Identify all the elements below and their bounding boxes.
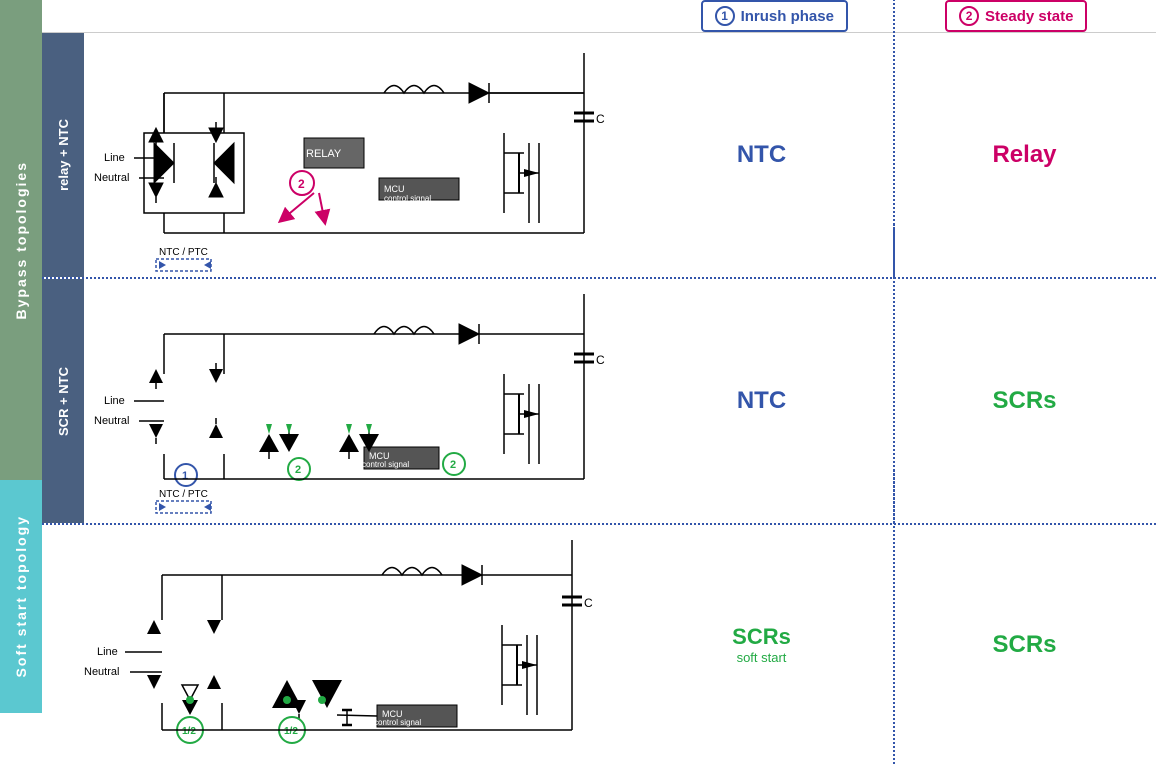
steady-num: 2 [959, 6, 979, 26]
svg-text:Neutral: Neutral [94, 172, 129, 184]
soft-start-steady-label: SCRs [893, 525, 1156, 764]
svg-text:MCU: MCU [384, 184, 405, 194]
svg-text:Line: Line [104, 395, 125, 407]
inrush-phase-badge: 1 Inrush phase [701, 0, 848, 32]
bypass-topologies-label: Bypass topologies [0, 0, 42, 480]
steady-state-badge: 2 Steady state [945, 0, 1087, 32]
relay-ntc-steady-label: Relay [893, 33, 1156, 277]
v-divider-line-3 [893, 470, 895, 764]
relay-ntc-inrush-label: NTC [630, 33, 893, 277]
header-left-space [42, 0, 632, 32]
svg-text:control signal: control signal [362, 460, 409, 469]
svg-text:2: 2 [450, 459, 456, 471]
svg-text:RELAY: RELAY [306, 148, 342, 160]
svg-text:Neutral: Neutral [84, 666, 119, 678]
svg-text:2: 2 [295, 464, 301, 476]
svg-text:control signal: control signal [374, 718, 421, 727]
page: Bypass topologies Soft start topology 1 … [0, 0, 1156, 713]
svg-text:C: C [584, 596, 593, 610]
row-scr-ntc: SCR + NTC [42, 279, 1156, 525]
relay-ntc-circuit: Line Neutral NTC / PTC [84, 33, 630, 277]
top-header: 1 Inrush phase 2 Steady state [42, 0, 1156, 33]
soft-start-topology-label: Soft start topology [0, 480, 42, 713]
scr-ntc-steady-label: SCRs [893, 279, 1156, 523]
circuit-svg-scr-ntc: C Line Neutral [84, 279, 630, 518]
svg-text:control signal: control signal [384, 194, 431, 203]
relay-ntc-sublabel: relay + NTC [42, 33, 84, 277]
svg-text:C: C [596, 112, 605, 126]
svg-text:Line: Line [104, 152, 125, 164]
svg-text:C: C [596, 353, 605, 367]
scr-ntc-inrush-label: NTC [630, 279, 893, 523]
svg-text:1: 1 [182, 470, 188, 482]
svg-text:Line: Line [97, 646, 118, 658]
steady-label: Steady state [985, 8, 1073, 25]
soft-start-inrush-label: SCRs soft start [630, 525, 893, 764]
inrush-num: 1 [715, 6, 735, 26]
svg-text:1/2: 1/2 [182, 726, 196, 737]
circuit-svg-relay-ntc: Line Neutral NTC / PTC [84, 33, 630, 272]
svg-text:Neutral: Neutral [94, 415, 129, 427]
soft-start-right-labels: SCRs soft start SCRs [630, 525, 1156, 764]
svg-text:NTC / PTC: NTC / PTC [159, 247, 208, 258]
inrush-label: Inrush phase [741, 8, 834, 25]
svg-text:2: 2 [298, 177, 305, 191]
scr-ntc-sublabel: SCR + NTC [42, 279, 84, 523]
left-bar: Bypass topologies Soft start topology [0, 0, 42, 713]
svg-text:1/2: 1/2 [284, 726, 298, 737]
scr-ntc-circuit: C Line Neutral [84, 279, 630, 523]
row-relay-ntc: relay + NTC [42, 33, 1156, 279]
circuit-svg-soft: C Line Neutral [42, 525, 630, 759]
row-soft-start: C Line Neutral [42, 525, 1156, 764]
main-content: 1 Inrush phase 2 Steady state relay + NT… [42, 0, 1156, 713]
svg-text:NTC / PTC: NTC / PTC [159, 489, 208, 500]
topology-rows: relay + NTC [42, 33, 1156, 764]
soft-start-circuit: C Line Neutral [42, 525, 630, 764]
